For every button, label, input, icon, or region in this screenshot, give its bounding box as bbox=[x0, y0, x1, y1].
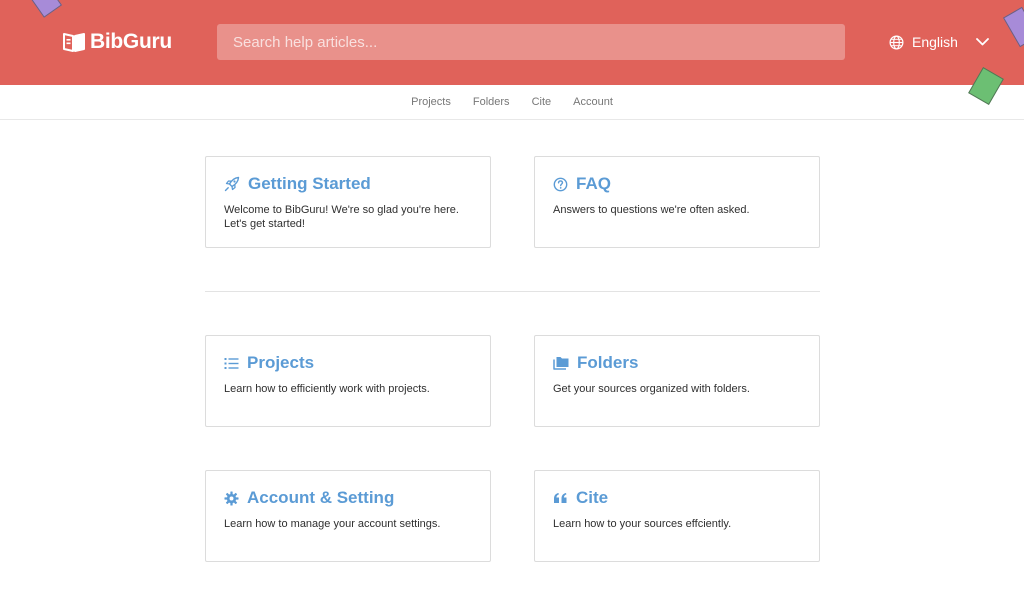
top-nav: Projects Folders Cite Account bbox=[0, 85, 1024, 120]
card-title: Projects bbox=[247, 353, 315, 372]
card-description: Get your sources organized with folders. bbox=[553, 383, 750, 395]
card-cite[interactable]: Cite Learn how to your sources effcientl… bbox=[534, 470, 820, 562]
logo-text: BibGuru bbox=[90, 30, 172, 53]
nav-item-cite[interactable]: Cite bbox=[532, 96, 552, 108]
card-title: Getting Started bbox=[248, 174, 371, 193]
quote-icon bbox=[554, 493, 567, 503]
list-icon bbox=[224, 357, 239, 369]
card-title: Account & Setting bbox=[247, 488, 395, 507]
site-header: BibGuru English bbox=[0, 0, 1024, 85]
confetti-decoration bbox=[1002, 6, 1024, 48]
question-circle-icon bbox=[553, 177, 568, 191]
card-description: Learn how to efficiently work with proje… bbox=[224, 383, 430, 395]
rocket-icon bbox=[224, 176, 240, 192]
card-folders[interactable]: Folders Get your sources organized with … bbox=[534, 335, 820, 427]
chevron-down-icon bbox=[976, 38, 989, 46]
gear-icon bbox=[224, 490, 239, 506]
bibguru-logo[interactable]: BibGuru bbox=[62, 29, 172, 55]
confetti-decoration bbox=[27, 0, 63, 18]
card-title: Folders bbox=[577, 353, 639, 372]
card-description: Learn how to your sources effciently. bbox=[553, 518, 732, 530]
card-description: Learn how to manage your account setting… bbox=[224, 518, 441, 530]
section-divider bbox=[205, 291, 820, 292]
nav-item-folders[interactable]: Folders bbox=[473, 96, 510, 108]
card-description: Answers to questions we're often asked. bbox=[553, 204, 750, 216]
globe-icon bbox=[889, 35, 904, 49]
folders-icon bbox=[553, 357, 569, 370]
card-account-setting[interactable]: Account & Setting Learn how to manage yo… bbox=[205, 470, 491, 562]
language-selector[interactable]: English bbox=[889, 32, 989, 52]
search-input[interactable] bbox=[217, 24, 845, 60]
nav-item-projects[interactable]: Projects bbox=[411, 96, 451, 108]
nav-item-account[interactable]: Account bbox=[573, 96, 613, 108]
card-faq[interactable]: FAQ Answers to questions we're often ask… bbox=[534, 156, 820, 248]
book-logo-icon bbox=[63, 33, 85, 52]
card-getting-started[interactable]: Getting Started Welcome to BibGuru! We'r… bbox=[205, 156, 491, 248]
card-title: Cite bbox=[576, 488, 609, 507]
card-description: Welcome to BibGuru! We're so glad you're… bbox=[224, 204, 459, 230]
card-projects[interactable]: Projects Learn how to efficiently work w… bbox=[205, 335, 491, 427]
language-label: English bbox=[912, 34, 958, 50]
card-title: FAQ bbox=[576, 174, 611, 193]
